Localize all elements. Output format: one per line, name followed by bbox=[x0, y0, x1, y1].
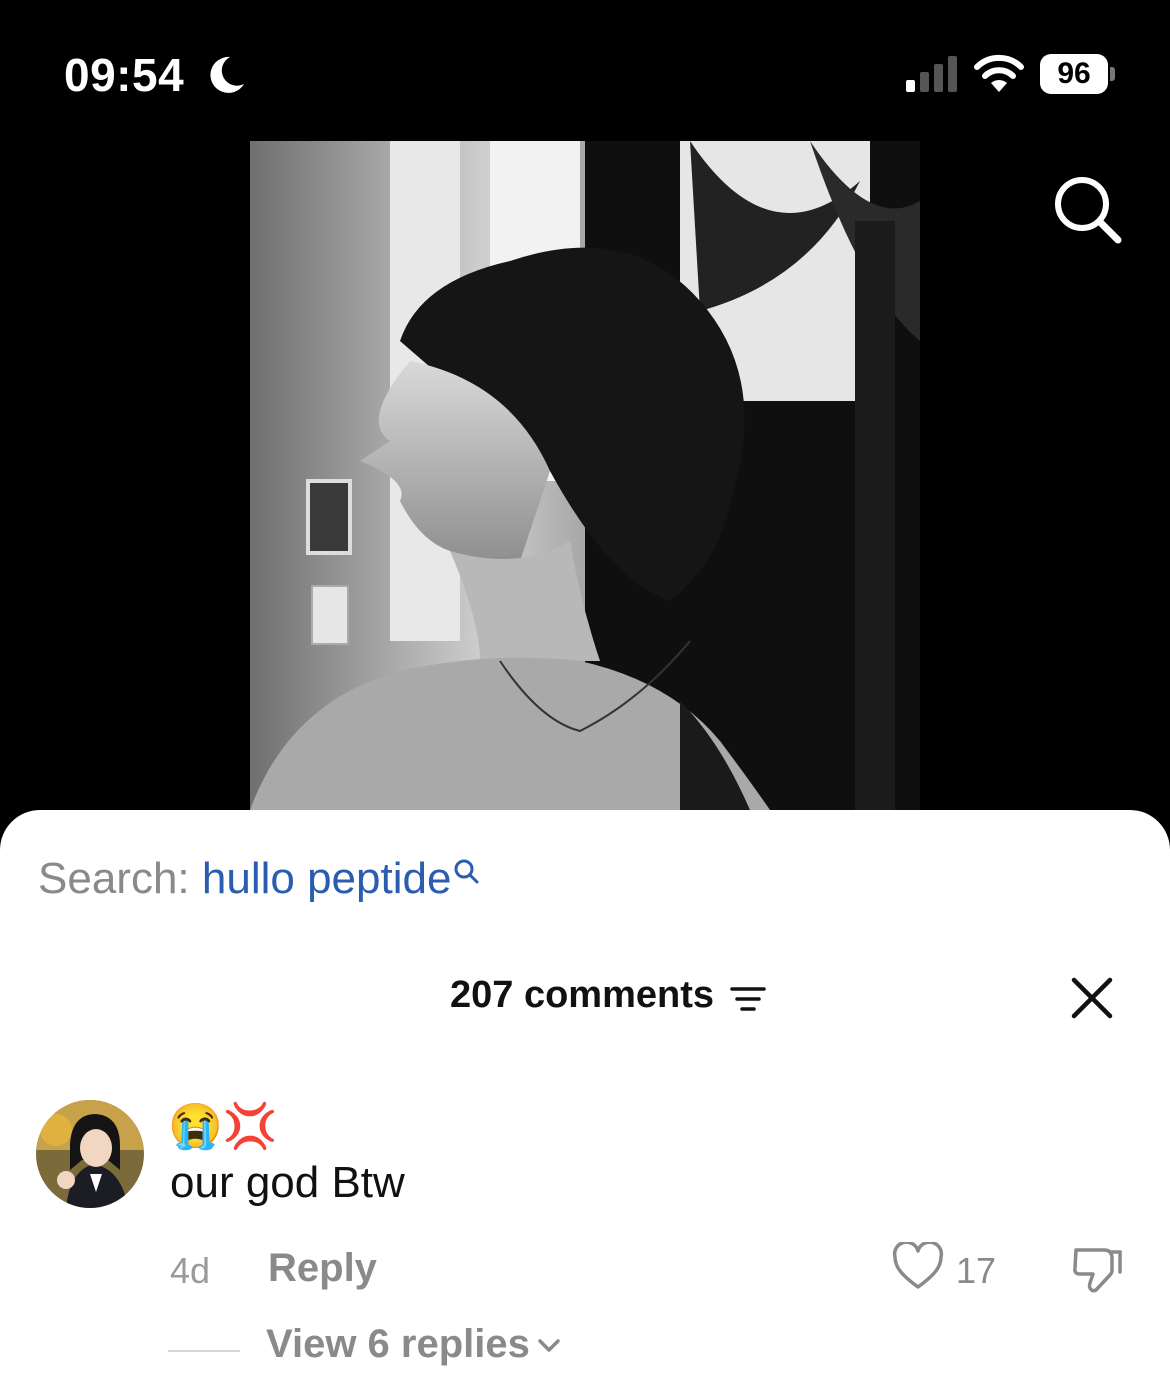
battery-indicator: 96 bbox=[1040, 54, 1118, 94]
status-time: 09:54 bbox=[64, 49, 185, 101]
chevron-down-icon bbox=[538, 1339, 560, 1353]
thumbs-down-icon[interactable] bbox=[1070, 1242, 1124, 1296]
reply-button[interactable]: Reply bbox=[268, 1246, 377, 1291]
search-small-icon bbox=[454, 859, 479, 884]
search-icon[interactable] bbox=[1050, 172, 1124, 246]
avatar-photo bbox=[36, 1100, 144, 1208]
replies-divider bbox=[168, 1350, 240, 1352]
comment-age: 4d bbox=[170, 1250, 211, 1291]
close-icon[interactable] bbox=[1066, 972, 1118, 1024]
heart-icon[interactable] bbox=[892, 1242, 944, 1292]
comment-item: 😭💢 our god Btw 4d Reply 17 View 6 replie… bbox=[0, 1100, 1170, 1388]
moon-icon bbox=[210, 56, 244, 93]
sort-filter-icon[interactable] bbox=[730, 984, 766, 1014]
avatar[interactable] bbox=[36, 1100, 144, 1208]
battery-level: 96 bbox=[1040, 54, 1108, 94]
wifi-icon bbox=[974, 54, 1024, 92]
search-suggestion-term[interactable]: hullo peptide bbox=[202, 854, 452, 903]
view-replies-label: View 6 replies bbox=[266, 1322, 530, 1366]
search-suggestion[interactable]: Search: hullo peptide bbox=[38, 854, 479, 904]
comment-emojis: 😭💢 bbox=[168, 1102, 278, 1151]
comments-header: 207 comments bbox=[0, 966, 1170, 1026]
comments-sheet: Search: hullo peptide 207 comments 😭💢 ou… bbox=[0, 810, 1170, 1388]
view-replies-button[interactable]: View 6 replies bbox=[266, 1322, 562, 1367]
portrait-photo bbox=[250, 141, 920, 810]
status-bar: 09:54 96 bbox=[0, 0, 1170, 140]
search-suggestion-prefix: Search: bbox=[38, 854, 202, 903]
comments-count-title: 207 comments bbox=[450, 974, 715, 1016]
comment-text: our god Btw bbox=[170, 1158, 405, 1207]
battery-tip bbox=[1110, 67, 1115, 81]
video-frame[interactable] bbox=[250, 141, 920, 810]
like-count: 17 bbox=[956, 1250, 997, 1291]
cellular-signal-icon bbox=[906, 56, 957, 92]
